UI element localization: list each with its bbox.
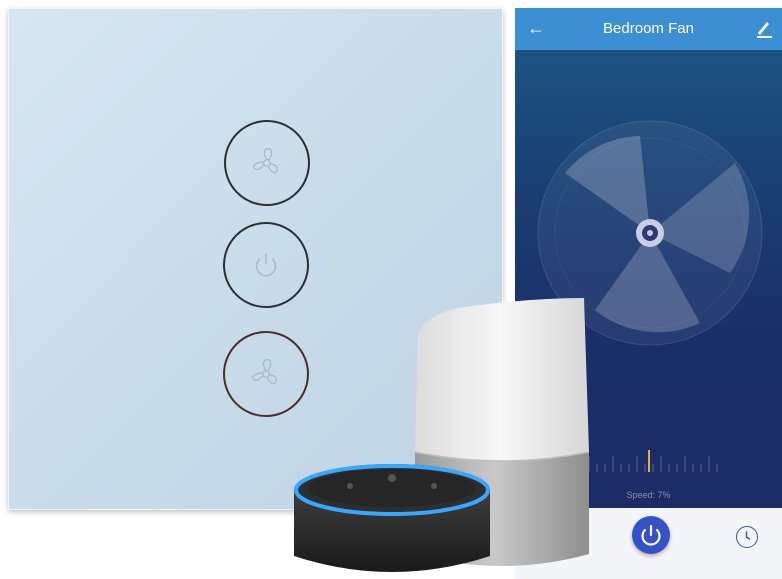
power-icon: [255, 252, 277, 277]
power-button[interactable]: [223, 222, 309, 308]
app-power-button[interactable]: [632, 516, 670, 554]
power-icon: [641, 524, 661, 546]
clock-icon: [745, 531, 751, 540]
page-title: Bedroom Fan: [603, 20, 694, 37]
fan-icon: [253, 148, 278, 174]
fan-icon: [252, 359, 277, 385]
timer-button[interactable]: [736, 526, 758, 548]
app-bar: ← Bedroom Fan: [515, 8, 782, 50]
pencil-icon[interactable]: [754, 18, 774, 38]
fan-speed-down-button[interactable]: [223, 331, 309, 417]
fan-speed-up-button[interactable]: [224, 120, 310, 206]
round-smart-speaker: [294, 464, 490, 572]
speed-slider[interactable]: [585, 448, 725, 474]
